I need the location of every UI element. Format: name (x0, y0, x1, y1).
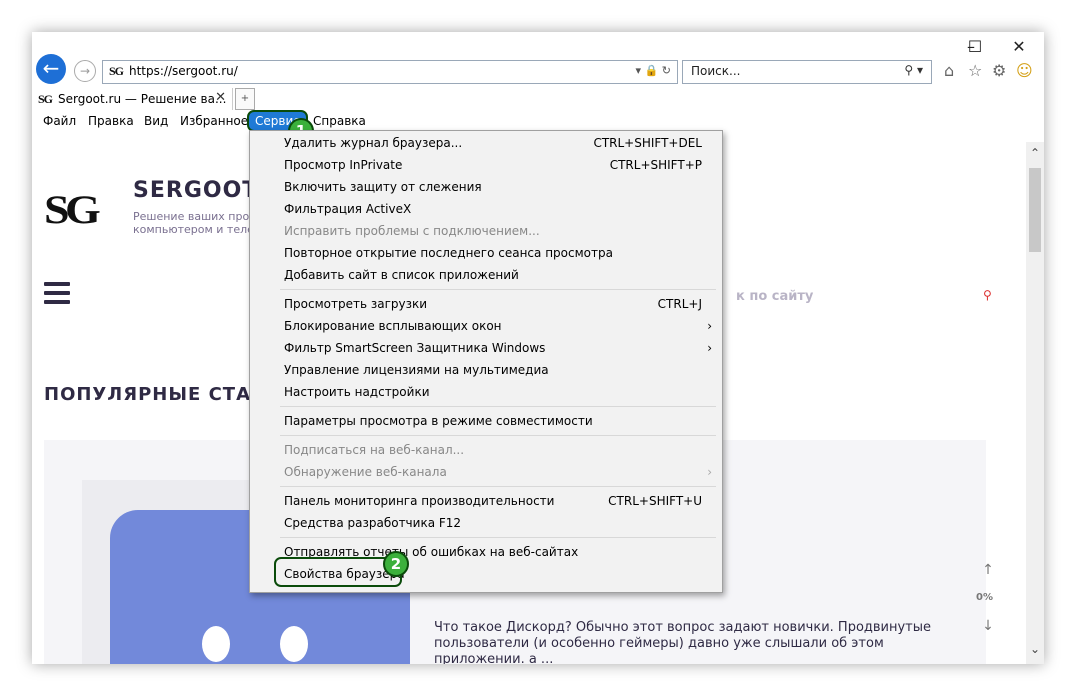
menu-view[interactable]: Вид (144, 114, 168, 128)
menu-item-performance-dashboard[interactable]: Панель мониторинга производительности (284, 490, 554, 512)
menu-item-activex-filter[interactable]: Фильтрация ActiveX (284, 198, 411, 220)
menu-separator (280, 406, 716, 407)
chevron-right-icon: › (707, 319, 712, 333)
discord-eye-left (202, 626, 230, 662)
site-favicon: SG (109, 64, 124, 78)
scrollbar-thumb[interactable] (1029, 168, 1041, 252)
dropdown-icon[interactable]: ▾ (636, 64, 642, 77)
site-search-icon[interactable]: ⚲ (983, 288, 992, 302)
chevron-right-icon: › (707, 341, 712, 355)
menu-item-feed-discovery: Обнаружение веб-канала (284, 465, 447, 479)
menu-item-media-licenses[interactable]: Управление лицензиями на мультимедиа (284, 359, 549, 381)
menu-item-subscribe-feed: Подписаться на веб-канал... (284, 443, 465, 457)
menu-item-tracking-protection[interactable]: Включить защиту от слежения (284, 176, 482, 198)
chevron-right-icon: › (707, 465, 712, 479)
scroll-percent: 0% (976, 592, 993, 603)
menu-separator (280, 289, 716, 290)
lock-icon[interactable]: 🔒 (645, 64, 659, 77)
site-logo[interactable]: SG (44, 186, 101, 233)
card-text: Что такое Дискорд? Обычно этот вопрос за… (434, 620, 932, 664)
close-window-icon[interactable]: ✕ (1004, 36, 1034, 58)
new-tab-icon[interactable]: + (235, 88, 255, 110)
menu-favorites[interactable]: Избранное (180, 114, 248, 128)
tab-title: Sergoot.ru — Решение ва... (58, 92, 227, 106)
browser-tab[interactable]: SG Sergoot.ru — Решение ва... ✕ (32, 88, 233, 110)
menu-separator (280, 435, 716, 436)
maximize-button[interactable]: ☐ (960, 36, 990, 58)
menu-item-reopen-session[interactable]: Повторное открытие последнего сеанса про… (284, 242, 613, 264)
vertical-scrollbar[interactable]: ⌃ ⌄ (1026, 142, 1044, 664)
menu-item-add-to-apps[interactable]: Добавить сайт в список приложений (284, 264, 519, 286)
shortcut-inprivate: CTRL+SHIFT+P (609, 158, 702, 172)
menu-item-inprivate[interactable]: Просмотр InPrivate (284, 154, 402, 176)
menu-item-delete-history[interactable]: Удалить журнал браузера... (284, 132, 462, 154)
address-url[interactable]: https://sergoot.ru/ (129, 64, 238, 78)
discord-eye-right (280, 626, 308, 662)
back-button[interactable]: ← (36, 54, 66, 84)
tools-dropdown-menu: Удалить журнал браузера... CTRL+SHIFT+DE… (249, 130, 723, 593)
scrollbar-up-icon[interactable]: ⌃ (1026, 146, 1044, 160)
menu-item-f12-tools[interactable]: Средства разработчика F12 (284, 512, 461, 534)
menu-item-fix-connection: Исправить проблемы с подключением... (284, 224, 540, 238)
address-bar[interactable]: SG https://sergoot.ru/ ▾ 🔒 ↻ (102, 60, 678, 84)
chevron-down-icon[interactable]: ▾ (917, 63, 923, 77)
menu-file[interactable]: Файл (43, 114, 76, 128)
shortcut-performance-dashboard: CTRL+SHIFT+U (608, 494, 702, 508)
menu-separator (280, 486, 716, 487)
search-icon[interactable]: ⚲ (904, 63, 913, 77)
scroll-down-arrow-icon[interactable]: ↓ (978, 618, 998, 634)
step-2-badge: 2 (383, 551, 409, 577)
menu-edit[interactable]: Правка (88, 114, 134, 128)
popular-heading: ПОПУЛЯРНЫЕ СТА (44, 384, 252, 405)
menu-item-downloads[interactable]: Просмотреть загрузки (284, 293, 427, 315)
hamburger-menu-icon[interactable] (44, 282, 70, 309)
smiley-feedback-icon[interactable]: ☺ (1016, 61, 1033, 80)
menu-help[interactable]: Справка (313, 114, 366, 128)
menu-item-compat-view[interactable]: Параметры просмотра в режиме совместимос… (284, 410, 593, 432)
site-tagline: Решение ваших про компьютером и теле (133, 210, 254, 236)
search-input[interactable]: Поиск... ⚲ ▾ (682, 60, 932, 84)
forward-button[interactable]: → (74, 60, 96, 82)
search-placeholder: Поиск... (691, 64, 741, 78)
menu-item-popup-blocker[interactable]: Блокирование всплывающих окон (284, 315, 502, 337)
gear-icon[interactable]: ⚙ (992, 61, 1006, 80)
menu-item-smartscreen[interactable]: Фильтр SmartScreen Защитника Windows (284, 337, 545, 359)
favorites-star-icon[interactable]: ☆ (968, 61, 982, 80)
browser-window: – ☐ ✕ ← → SG https://sergoot.ru/ ▾ 🔒 ↻ П… (32, 32, 1044, 664)
shortcut-downloads: CTRL+J (657, 297, 702, 311)
shortcut-delete-history: CTRL+SHIFT+DEL (593, 136, 702, 150)
menu-separator (280, 537, 716, 538)
site-search-input[interactable]: к по сайту (736, 289, 813, 304)
scroll-up-arrow-icon[interactable]: ↑ (978, 562, 998, 578)
home-icon[interactable]: ⌂ (944, 61, 954, 80)
menu-item-manage-addons[interactable]: Настроить надстройки (284, 381, 430, 403)
site-title[interactable]: SERGOOT (133, 178, 258, 203)
refresh-icon[interactable]: ↻ (662, 64, 671, 77)
tab-close-icon[interactable]: ✕ (215, 90, 226, 105)
tab-favicon: SG (38, 92, 53, 106)
scrollbar-down-icon[interactable]: ⌄ (1026, 642, 1044, 656)
